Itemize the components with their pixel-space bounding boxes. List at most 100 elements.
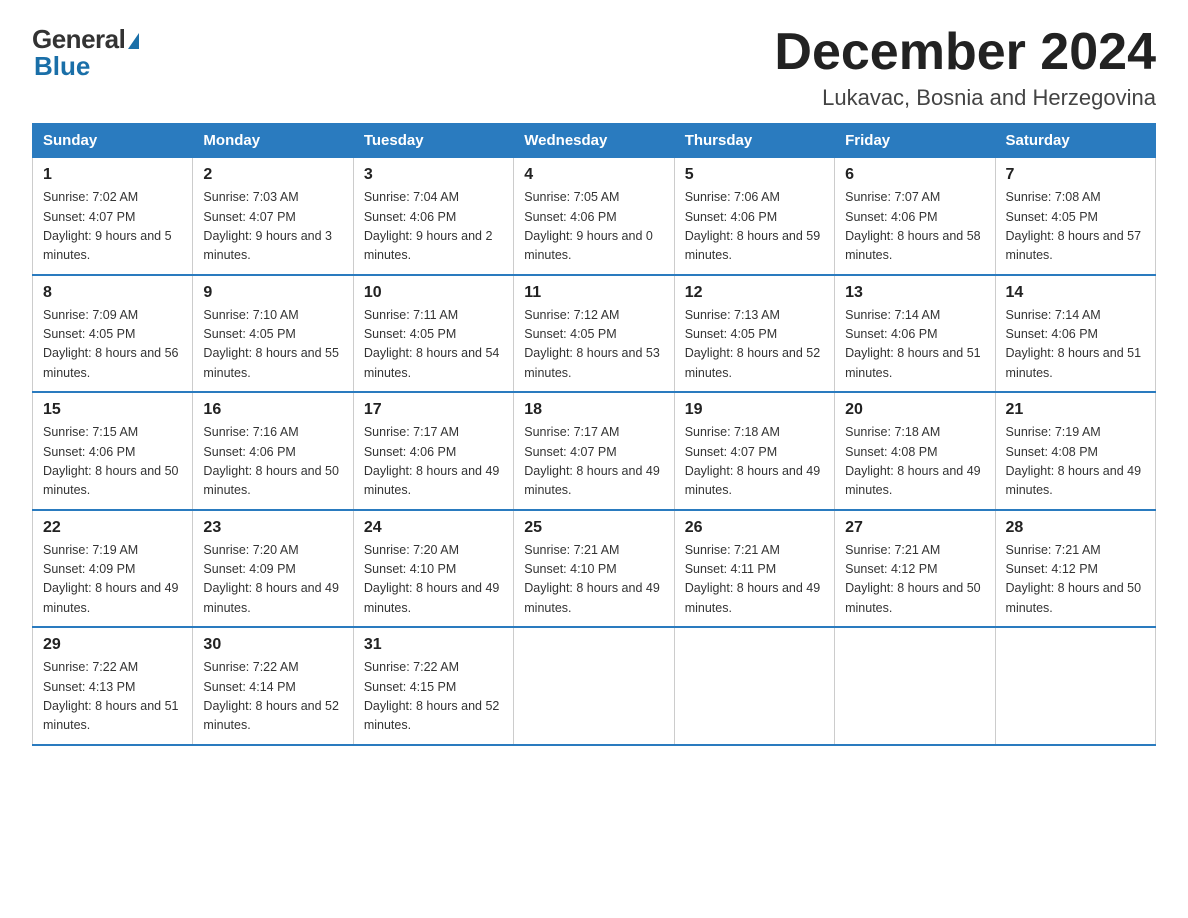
day-info: Sunrise: 7:21 AMSunset: 4:12 PMDaylight:…	[845, 543, 981, 615]
table-row: 4 Sunrise: 7:05 AMSunset: 4:06 PMDayligh…	[514, 158, 674, 275]
table-row: 11 Sunrise: 7:12 AMSunset: 4:05 PMDaylig…	[514, 275, 674, 393]
day-number: 3	[364, 166, 503, 184]
day-number: 10	[364, 284, 503, 302]
col-friday: Friday	[835, 124, 995, 158]
day-info: Sunrise: 7:15 AMSunset: 4:06 PMDaylight:…	[43, 425, 179, 497]
day-info: Sunrise: 7:02 AMSunset: 4:07 PMDaylight:…	[43, 190, 172, 262]
day-info: Sunrise: 7:09 AMSunset: 4:05 PMDaylight:…	[43, 308, 179, 380]
table-row: 21 Sunrise: 7:19 AMSunset: 4:08 PMDaylig…	[995, 392, 1155, 510]
day-info: Sunrise: 7:04 AMSunset: 4:06 PMDaylight:…	[364, 190, 493, 262]
table-row: 8 Sunrise: 7:09 AMSunset: 4:05 PMDayligh…	[33, 275, 193, 393]
day-number: 22	[43, 519, 182, 537]
table-row: 26 Sunrise: 7:21 AMSunset: 4:11 PMDaylig…	[674, 510, 834, 628]
day-number: 25	[524, 519, 663, 537]
calendar-week-row: 22 Sunrise: 7:19 AMSunset: 4:09 PMDaylig…	[33, 510, 1156, 628]
day-info: Sunrise: 7:18 AMSunset: 4:07 PMDaylight:…	[685, 425, 821, 497]
day-number: 4	[524, 166, 663, 184]
day-info: Sunrise: 7:08 AMSunset: 4:05 PMDaylight:…	[1006, 190, 1142, 262]
day-number: 29	[43, 636, 182, 654]
table-row: 10 Sunrise: 7:11 AMSunset: 4:05 PMDaylig…	[353, 275, 513, 393]
day-info: Sunrise: 7:12 AMSunset: 4:05 PMDaylight:…	[524, 308, 660, 380]
day-info: Sunrise: 7:19 AMSunset: 4:08 PMDaylight:…	[1006, 425, 1142, 497]
day-info: Sunrise: 7:10 AMSunset: 4:05 PMDaylight:…	[203, 308, 339, 380]
day-number: 17	[364, 401, 503, 419]
day-number: 9	[203, 284, 342, 302]
col-thursday: Thursday	[674, 124, 834, 158]
col-saturday: Saturday	[995, 124, 1155, 158]
day-info: Sunrise: 7:19 AMSunset: 4:09 PMDaylight:…	[43, 543, 179, 615]
table-row	[674, 627, 834, 745]
col-wednesday: Wednesday	[514, 124, 674, 158]
table-row: 27 Sunrise: 7:21 AMSunset: 4:12 PMDaylig…	[835, 510, 995, 628]
day-info: Sunrise: 7:17 AMSunset: 4:07 PMDaylight:…	[524, 425, 660, 497]
page-header: General Blue December 2024 Lukavac, Bosn…	[32, 24, 1156, 111]
day-info: Sunrise: 7:14 AMSunset: 4:06 PMDaylight:…	[845, 308, 981, 380]
title-block: December 2024 Lukavac, Bosnia and Herzeg…	[774, 24, 1156, 111]
day-info: Sunrise: 7:17 AMSunset: 4:06 PMDaylight:…	[364, 425, 500, 497]
calendar-week-row: 15 Sunrise: 7:15 AMSunset: 4:06 PMDaylig…	[33, 392, 1156, 510]
table-row: 20 Sunrise: 7:18 AMSunset: 4:08 PMDaylig…	[835, 392, 995, 510]
table-row	[995, 627, 1155, 745]
day-number: 11	[524, 284, 663, 302]
day-number: 23	[203, 519, 342, 537]
table-row: 29 Sunrise: 7:22 AMSunset: 4:13 PMDaylig…	[33, 627, 193, 745]
day-number: 27	[845, 519, 984, 537]
day-info: Sunrise: 7:22 AMSunset: 4:13 PMDaylight:…	[43, 660, 179, 732]
table-row	[835, 627, 995, 745]
day-info: Sunrise: 7:06 AMSunset: 4:06 PMDaylight:…	[685, 190, 821, 262]
day-number: 6	[845, 166, 984, 184]
day-info: Sunrise: 7:14 AMSunset: 4:06 PMDaylight:…	[1006, 308, 1142, 380]
day-number: 21	[1006, 401, 1145, 419]
day-number: 14	[1006, 284, 1145, 302]
table-row: 3 Sunrise: 7:04 AMSunset: 4:06 PMDayligh…	[353, 158, 513, 275]
table-row: 22 Sunrise: 7:19 AMSunset: 4:09 PMDaylig…	[33, 510, 193, 628]
calendar-table: Sunday Monday Tuesday Wednesday Thursday…	[32, 123, 1156, 746]
table-row: 30 Sunrise: 7:22 AMSunset: 4:14 PMDaylig…	[193, 627, 353, 745]
day-number: 26	[685, 519, 824, 537]
day-number: 8	[43, 284, 182, 302]
day-info: Sunrise: 7:07 AMSunset: 4:06 PMDaylight:…	[845, 190, 981, 262]
day-number: 30	[203, 636, 342, 654]
day-number: 1	[43, 166, 182, 184]
day-info: Sunrise: 7:22 AMSunset: 4:15 PMDaylight:…	[364, 660, 500, 732]
col-sunday: Sunday	[33, 124, 193, 158]
day-number: 7	[1006, 166, 1145, 184]
day-info: Sunrise: 7:03 AMSunset: 4:07 PMDaylight:…	[203, 190, 332, 262]
day-number: 20	[845, 401, 984, 419]
day-number: 2	[203, 166, 342, 184]
calendar-week-row: 29 Sunrise: 7:22 AMSunset: 4:13 PMDaylig…	[33, 627, 1156, 745]
day-info: Sunrise: 7:21 AMSunset: 4:12 PMDaylight:…	[1006, 543, 1142, 615]
day-info: Sunrise: 7:20 AMSunset: 4:09 PMDaylight:…	[203, 543, 339, 615]
logo: General Blue	[32, 24, 139, 82]
day-number: 24	[364, 519, 503, 537]
day-number: 19	[685, 401, 824, 419]
page-subtitle: Lukavac, Bosnia and Herzegovina	[774, 85, 1156, 111]
day-number: 31	[364, 636, 503, 654]
table-row: 17 Sunrise: 7:17 AMSunset: 4:06 PMDaylig…	[353, 392, 513, 510]
day-number: 28	[1006, 519, 1145, 537]
day-number: 16	[203, 401, 342, 419]
day-info: Sunrise: 7:20 AMSunset: 4:10 PMDaylight:…	[364, 543, 500, 615]
day-info: Sunrise: 7:13 AMSunset: 4:05 PMDaylight:…	[685, 308, 821, 380]
day-info: Sunrise: 7:22 AMSunset: 4:14 PMDaylight:…	[203, 660, 339, 732]
calendar-week-row: 8 Sunrise: 7:09 AMSunset: 4:05 PMDayligh…	[33, 275, 1156, 393]
table-row: 12 Sunrise: 7:13 AMSunset: 4:05 PMDaylig…	[674, 275, 834, 393]
day-number: 5	[685, 166, 824, 184]
table-row: 25 Sunrise: 7:21 AMSunset: 4:10 PMDaylig…	[514, 510, 674, 628]
logo-triangle-icon	[128, 33, 139, 49]
table-row: 7 Sunrise: 7:08 AMSunset: 4:05 PMDayligh…	[995, 158, 1155, 275]
table-row: 24 Sunrise: 7:20 AMSunset: 4:10 PMDaylig…	[353, 510, 513, 628]
table-row: 18 Sunrise: 7:17 AMSunset: 4:07 PMDaylig…	[514, 392, 674, 510]
table-row	[514, 627, 674, 745]
day-number: 12	[685, 284, 824, 302]
logo-blue-text: Blue	[34, 51, 90, 82]
col-tuesday: Tuesday	[353, 124, 513, 158]
col-monday: Monday	[193, 124, 353, 158]
table-row: 2 Sunrise: 7:03 AMSunset: 4:07 PMDayligh…	[193, 158, 353, 275]
table-row: 14 Sunrise: 7:14 AMSunset: 4:06 PMDaylig…	[995, 275, 1155, 393]
day-info: Sunrise: 7:16 AMSunset: 4:06 PMDaylight:…	[203, 425, 339, 497]
table-row: 9 Sunrise: 7:10 AMSunset: 4:05 PMDayligh…	[193, 275, 353, 393]
table-row: 23 Sunrise: 7:20 AMSunset: 4:09 PMDaylig…	[193, 510, 353, 628]
day-number: 15	[43, 401, 182, 419]
day-info: Sunrise: 7:18 AMSunset: 4:08 PMDaylight:…	[845, 425, 981, 497]
